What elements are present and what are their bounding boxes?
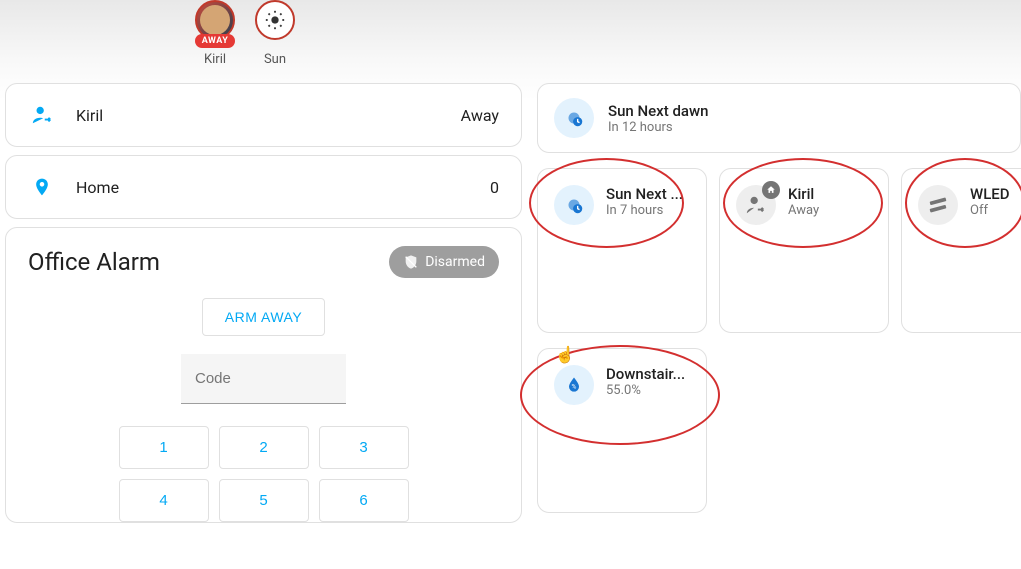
tile-sun-next[interactable]: Sun Next ... In 7 hours: [537, 168, 707, 333]
tile-kiril[interactable]: Kiril Away: [719, 168, 889, 333]
alarm-code-input[interactable]: [181, 354, 346, 404]
away-status-pill: AWAY: [195, 34, 236, 48]
alarm-title: Office Alarm: [28, 248, 160, 276]
arm-away-button[interactable]: ARM AWAY: [202, 298, 325, 336]
keypad-5[interactable]: 5: [219, 479, 309, 522]
avatar: AWAY: [195, 0, 235, 40]
sun-clock-icon: [554, 185, 594, 225]
dawn-sub: In 12 hours: [608, 120, 708, 135]
shield-off-icon: [403, 254, 419, 270]
user-badge-label: Kiril: [204, 52, 226, 67]
led-strip-icon: [918, 185, 958, 225]
person-row-card[interactable]: Kiril Away: [5, 83, 522, 147]
alarm-keypad: 1 2 3 4 5 6: [28, 426, 499, 522]
home-row-card[interactable]: Home 0: [5, 155, 522, 219]
tile-humidity[interactable]: % Downstair... 55.0%: [537, 348, 707, 513]
keypad-1[interactable]: 1: [119, 426, 209, 469]
tile-title: Kiril: [788, 185, 819, 203]
home-badge-icon: [762, 181, 780, 199]
location-pin-icon: [28, 176, 56, 198]
tile-sub: In 7 hours: [606, 203, 683, 218]
sun-badge[interactable]: Sun: [255, 0, 295, 67]
dawn-title: Sun Next dawn: [608, 102, 708, 120]
person-arrow-icon: [736, 185, 776, 225]
person-state: Away: [461, 106, 499, 125]
sun-icon: [255, 0, 295, 40]
home-value: 0: [490, 178, 499, 197]
sun-badge-label: Sun: [264, 52, 286, 67]
tile-sub: Off: [970, 203, 1010, 218]
humidity-sub: 55.0%: [606, 383, 685, 398]
person-arrow-icon: [28, 104, 56, 126]
alarm-status-text: Disarmed: [425, 254, 485, 270]
humidity-title: Downstair...: [606, 365, 685, 383]
tile-title: WLED: [970, 185, 1010, 203]
tile-title: Sun Next ...: [606, 185, 683, 203]
user-badge[interactable]: AWAY Kiril: [195, 0, 235, 67]
alarm-card: Office Alarm Disarmed ARM AWAY 1 2 3 4 5…: [5, 227, 522, 523]
keypad-2[interactable]: 2: [219, 426, 309, 469]
home-label: Home: [76, 178, 470, 197]
tile-sub: Away: [788, 203, 819, 218]
svg-text:%: %: [572, 382, 577, 390]
sun-dawn-card[interactable]: Sun Next dawn In 12 hours: [537, 83, 1021, 153]
tile-wled[interactable]: WLED Off: [901, 168, 1021, 333]
keypad-4[interactable]: 4: [119, 479, 209, 522]
keypad-6[interactable]: 6: [319, 479, 409, 522]
sun-clock-icon: [554, 98, 594, 138]
keypad-3[interactable]: 3: [319, 426, 409, 469]
person-name: Kiril: [76, 106, 441, 125]
humidity-icon: %: [554, 365, 594, 405]
alarm-status-pill[interactable]: Disarmed: [389, 246, 499, 278]
